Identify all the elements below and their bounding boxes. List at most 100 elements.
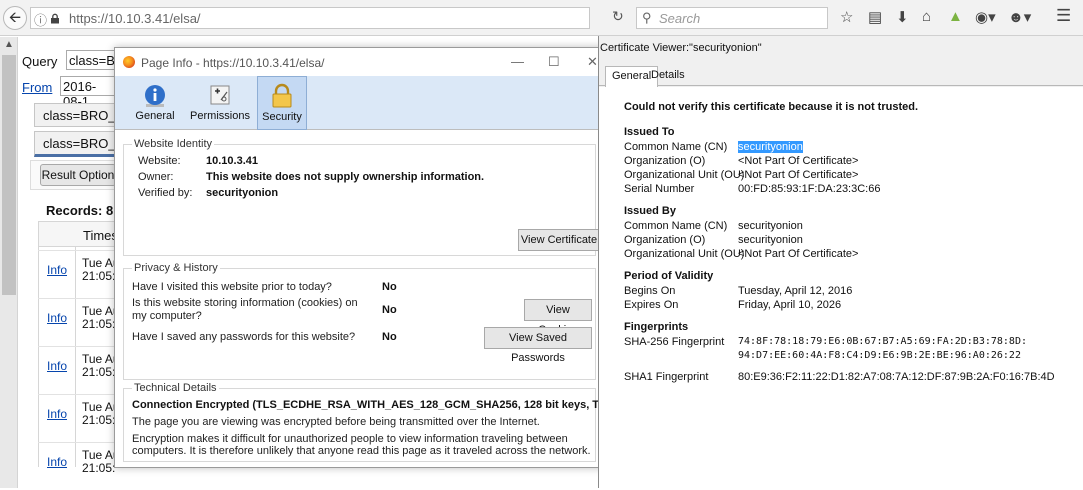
issued-to-ou-value: <Not Part Of Certificate> (738, 169, 859, 181)
hamburger-menu-icon[interactable]: ☰ (1056, 6, 1071, 26)
issued-by-heading: Issued By (624, 205, 676, 217)
issued-to-cn-label: Common Name (CN) (624, 141, 728, 153)
from-link[interactable]: From (22, 80, 52, 95)
home-icon[interactable]: ⌂ (922, 8, 931, 25)
download-icon[interactable]: ⬇ (896, 8, 909, 26)
records-count: Records: 8 / (46, 203, 121, 218)
cert-tab-details-label: Details (651, 69, 685, 81)
sha256-value-line-2: 94:D7:EE:60:4A:F8:C4:D9:E6:9B:2E:BE:96:A… (738, 350, 1021, 361)
issued-to-o-label: Organization (O) (624, 155, 706, 167)
privacy-history-legend: Privacy & History (132, 262, 220, 274)
verified-by-value: securityonion (206, 187, 279, 199)
page-info-title: Page Info - https://10.10.3.41/elsa/ (141, 56, 325, 70)
addon-menu-icon[interactable]: ◉▾ (975, 8, 996, 26)
tab-security-label: Security (262, 111, 302, 123)
close-icon[interactable]: ✕ (587, 54, 598, 70)
tab-permissions[interactable]: Permissions (187, 76, 253, 130)
begins-on-label: Begins On (624, 285, 676, 297)
page-info-titlebar: Page Info - https://10.10.3.41/elsa/ — ☐… (115, 48, 603, 76)
scroll-up-icon[interactable]: ▲ (4, 39, 14, 50)
search-input[interactable]: ⚲ Search (636, 7, 828, 29)
privacy-history-group: Privacy & History Have I visited this we… (123, 262, 596, 380)
search-icon: ⚲ (642, 10, 652, 25)
issued-by-cn-value: securityonion (738, 220, 803, 232)
result-options-label: Result Option (41, 168, 115, 182)
row-info-link[interactable]: Info (47, 263, 67, 277)
cert-viewer-title: Certificate Viewer:"securityonion" (600, 42, 762, 54)
tab-permissions-label: Permissions (190, 110, 250, 122)
table-header: Timest (38, 221, 122, 247)
tab-security[interactable]: Security (257, 76, 307, 130)
website-identity-group: Website Identity Website: 10.10.3.41 Own… (123, 138, 600, 256)
fingerprints-heading: Fingerprints (624, 321, 689, 333)
issued-by-o-label: Organization (O) (624, 234, 706, 246)
encryption-line-1: The page you are viewing was encrypted b… (132, 416, 540, 428)
cookies-question: Is this website storing information (coo… (132, 297, 358, 309)
view-certificate-button[interactable]: View Certificate (518, 229, 600, 251)
issued-by-ou-label: Organizational Unit (OU) (624, 248, 745, 260)
view-saved-passwords-label: View Saved Passwords (509, 332, 567, 364)
scroll-thumb[interactable] (2, 55, 16, 295)
cert-warning: Could not verify this certificate becaus… (624, 101, 919, 113)
info-icon[interactable]: ⓘ (34, 10, 47, 29)
sha1-label: SHA1 Fingerprint (624, 371, 709, 383)
account-icon[interactable]: ☻▾ (1008, 8, 1031, 26)
url-text: https://10.10.3.41/elsa/ (69, 11, 201, 26)
row-time: 21:05: (82, 461, 116, 475)
extension-icon[interactable]: ▲ (948, 8, 963, 25)
cookies-answer: No (382, 304, 397, 316)
sha1-value: 80:E9:36:F2:11:22:D1:82:A7:08:7A:12:DF:8… (738, 371, 1055, 383)
permissions-icon (210, 85, 230, 105)
result-tab-2[interactable]: class=BRO_D (34, 131, 125, 157)
encryption-line-2: Encryption makes it difficult for unauth… (132, 433, 568, 445)
result-options-button[interactable]: Result Option (40, 164, 116, 186)
issued-by-o-value: securityonion (738, 234, 803, 246)
lock-icon[interactable] (50, 13, 60, 24)
issued-by-cn-label: Common Name (CN) (624, 220, 728, 232)
reload-icon[interactable]: ↻ (612, 8, 624, 25)
result-tab-1-label: class=BRO_D (43, 108, 125, 123)
issued-to-o-value: <Not Part Of Certificate> (738, 155, 859, 167)
row-time: 21:05: (82, 365, 116, 379)
url-host: https://10.10.3.41 (69, 11, 170, 26)
query-input[interactable]: class=BR (66, 50, 124, 70)
begins-on-value: Tuesday, April 12, 2016 (738, 285, 853, 297)
maximize-icon[interactable]: ☐ (548, 54, 560, 70)
page-scrollbar[interactable]: ▲ (0, 37, 18, 488)
url-path: /elsa/ (169, 11, 201, 26)
row-info-link[interactable]: Info (47, 311, 67, 325)
minimize-icon[interactable]: — (511, 54, 524, 69)
verified-by-label: Verified by: (138, 187, 193, 199)
reading-list-icon[interactable]: ▤ (868, 8, 882, 26)
certificate-viewer: Certificate Viewer:"securityonion" Gener… (598, 36, 1083, 488)
row-info-link[interactable]: Info (47, 455, 67, 469)
row-info-link[interactable]: Info (47, 407, 67, 421)
star-icon[interactable]: ☆ (840, 8, 853, 26)
tab-general-label: General (135, 110, 175, 122)
website-identity-legend: Website Identity (132, 138, 215, 150)
cookies-question-cont: my computer? (132, 310, 202, 322)
back-icon[interactable]: 🡨 (3, 6, 27, 30)
encryption-line-3: computers. It is therefore unlikely that… (132, 445, 591, 457)
issued-to-cn-value[interactable]: securityonion (738, 141, 803, 153)
website-label: Website: (138, 155, 181, 167)
passwords-question: Have I saved any passwords for this webs… (132, 331, 356, 343)
view-saved-passwords-button[interactable]: View Saved Passwords (484, 327, 592, 364)
row-time: 21:05: (82, 269, 116, 283)
view-cookies-button[interactable]: View Cookies (524, 299, 592, 336)
visited-question: Have I visited this website prior to tod… (132, 281, 332, 293)
visited-answer: No (382, 281, 397, 293)
owner-label: Owner: (138, 171, 174, 183)
from-input[interactable]: 2016-08-1 (60, 76, 116, 109)
url-bar[interactable]: ⓘ https://10.10.3.41/elsa/ (30, 7, 590, 29)
view-certificate-label: View Certificate (520, 234, 598, 246)
row-info-link[interactable]: Info (47, 359, 67, 373)
result-tab-1[interactable]: class=BRO_D (34, 103, 125, 127)
cert-tab-details[interactable]: Details (645, 66, 691, 87)
serial-label: Serial Number (624, 183, 695, 195)
expires-on-value: Friday, April 10, 2026 (738, 299, 842, 311)
technical-details-group: Technical Details Connection Encrypted (… (123, 382, 635, 462)
row-time: 21:05: (82, 413, 116, 427)
query-label: Query (22, 54, 58, 69)
tab-general[interactable]: General (133, 76, 177, 130)
